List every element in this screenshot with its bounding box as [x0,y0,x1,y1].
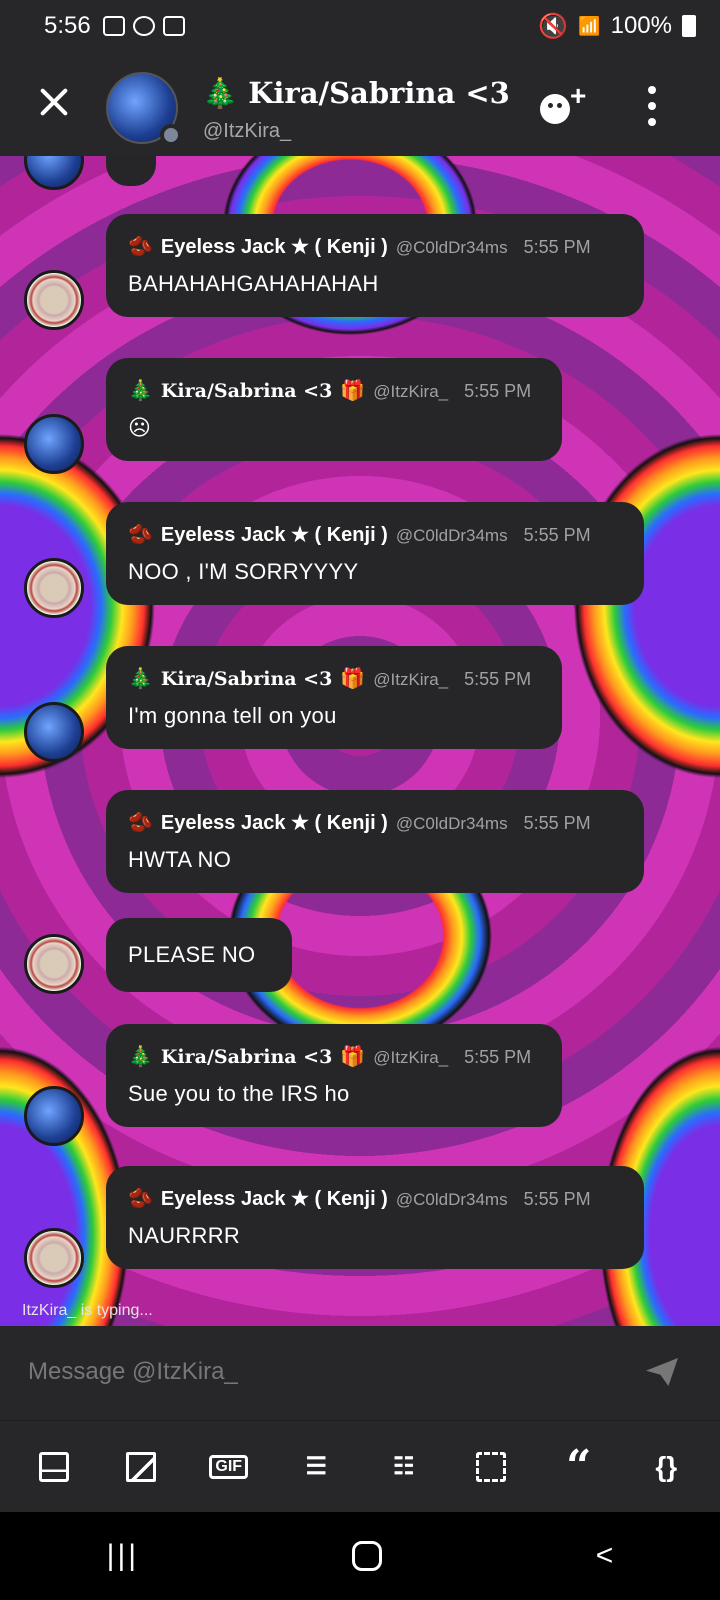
message-time: 5:55 PM [523,1189,591,1209]
author-name[interactable]: Eyeless Jack ★ ( Kenji ) [161,234,388,259]
avatar[interactable] [24,702,84,762]
tree-emoji: 🎄 [128,668,153,690]
bean-emoji: 🫘 [128,1188,153,1210]
author-handle: @C0ldDr34ms [395,238,508,257]
message-time: 5:55 PM [464,669,532,689]
gif-icon[interactable]: GIF [205,1443,253,1491]
add-friend-icon[interactable]: + [540,80,592,126]
spoiler-icon[interactable] [467,1443,515,1491]
author-handle: @C0ldDr34ms [395,526,508,545]
avatar[interactable] [24,558,84,618]
author-handle: @ItzKira_ [373,670,449,689]
message-bubble[interactable]: 🎄 Kira/Sabrina <3 🎁 @ItzKira_ 5:55 PM Su… [106,1024,562,1127]
mute-icon: 🔇 [538,12,569,40]
author-name[interactable]: Eyeless Jack ★ ( Kenji ) [161,1186,388,1211]
message-time: 5:55 PM [464,1047,532,1067]
close-icon[interactable] [34,82,74,122]
tree-emoji: 🎄 [128,380,153,402]
typing-indicator: ItzKira_ is typing... [22,1302,153,1319]
avatar[interactable] [24,156,84,190]
author-handle: @C0ldDr34ms [395,1190,508,1209]
bean-emoji: 🫘 [128,524,153,546]
bullet-list-icon[interactable]: ☰ [292,1443,340,1491]
message-bubble[interactable]: PLEASE NO [106,918,292,992]
message-text: PLEASE NO [128,942,256,967]
emoji-keyboard-icon[interactable] [30,1443,78,1491]
avatar[interactable] [24,414,84,474]
message-bubble[interactable]: 🎄 Kira/Sabrina <3 🎁 @ItzKira_ 5:55 PM I'… [106,646,562,749]
send-icon[interactable] [646,1358,678,1386]
message-list[interactable]: 🫘 Eyeless Jack ★ ( Kenji ) @C0ldDr34ms 5… [0,156,720,1326]
author-handle: @ItzKira_ [373,1048,449,1067]
author-name[interactable]: Kira/Sabrina <3 [161,668,332,690]
page-title[interactable]: 🎄 Kira/Sabrina <3 [202,76,510,111]
gift-icon: 🎁 [340,380,366,402]
message-text: NAURRRR [128,1223,241,1248]
more-options-icon[interactable] [646,86,658,126]
author-name[interactable]: Eyeless Jack ★ ( Kenji ) [161,810,388,835]
voicemail-icon [102,16,125,36]
formatting-toolbar: GIF ☰ ☷ “ {} [0,1420,720,1512]
message-bubble[interactable]: 🫘 Eyeless Jack ★ ( Kenji ) @C0ldDr34ms 5… [106,502,644,605]
message-text: I'm gonna tell on you [128,703,337,728]
bean-emoji: 🫘 [128,236,153,258]
bean-emoji: 🫘 [128,812,153,834]
code-block-icon[interactable]: {} [642,1443,690,1491]
message-text: ☹ [128,415,152,440]
message-input[interactable] [28,1350,628,1394]
gift-icon: 🎁 [340,668,366,690]
system-navigation-bar: ||| < [0,1512,720,1600]
author-handle: @ItzKira_ [373,382,449,401]
gallery-icon [162,16,185,36]
tree-emoji: 🎄 [128,1046,153,1068]
battery-percent: 100% [610,12,672,39]
avatar[interactable] [24,1228,84,1288]
back-icon[interactable]: < [596,1539,614,1573]
message-bubble[interactable] [106,156,156,186]
message-time: 5:55 PM [523,237,591,257]
message-text: BAHAHAHGAHAHAHAH [128,271,379,296]
wifi-icon: 📶 [578,15,601,36]
dm-header: 🎄 Kira/Sabrina <3 @ItzKira_ + [0,52,720,156]
avatar[interactable] [24,934,84,994]
message-bubble[interactable]: 🫘 Eyeless Jack ★ ( Kenji ) @C0ldDr34ms 5… [106,790,644,893]
numbered-list-icon[interactable]: ☷ [380,1443,428,1491]
message-bubble[interactable]: 🫘 Eyeless Jack ★ ( Kenji ) @C0ldDr34ms 5… [106,214,644,317]
message-time: 5:55 PM [464,381,532,401]
avatar[interactable] [24,1086,84,1146]
author-name[interactable]: Eyeless Jack ★ ( Kenji ) [161,522,388,547]
message-bubble[interactable]: 🫘 Eyeless Jack ★ ( Kenji ) @C0ldDr34ms 5… [106,1166,644,1269]
gif-label: GIF [209,1454,249,1479]
author-handle: @C0ldDr34ms [395,814,508,833]
message-text: HWTA NO [128,847,232,872]
gift-icon: 🎁 [340,1046,366,1068]
threads-icon [132,16,155,36]
message-bubble[interactable]: 🎄 Kira/Sabrina <3 🎁 @ItzKira_ 5:55 PM ☹ [106,358,562,461]
offline-status-indicator [160,124,182,146]
message-text: Sue you to the IRS ho [128,1081,350,1106]
author-name[interactable]: Kira/Sabrina <3 [161,380,332,402]
username-handle: @ItzKira_ [203,120,292,142]
avatar[interactable] [24,270,84,330]
battery-icon [682,15,696,37]
message-composer [0,1326,720,1420]
quote-icon[interactable]: “ [555,1441,603,1492]
message-time: 5:55 PM [523,525,591,545]
message-time: 5:55 PM [523,813,591,833]
message-text: NOO , I'M SORRYYYY [128,559,359,584]
status-time: 5:56 [44,12,91,39]
image-icon[interactable] [117,1443,165,1491]
status-bar: 5:56 🔇 📶 100% [0,0,720,52]
author-name[interactable]: Kira/Sabrina <3 [161,1046,332,1068]
home-icon[interactable] [352,1541,383,1571]
recents-icon[interactable]: ||| [107,1539,139,1573]
